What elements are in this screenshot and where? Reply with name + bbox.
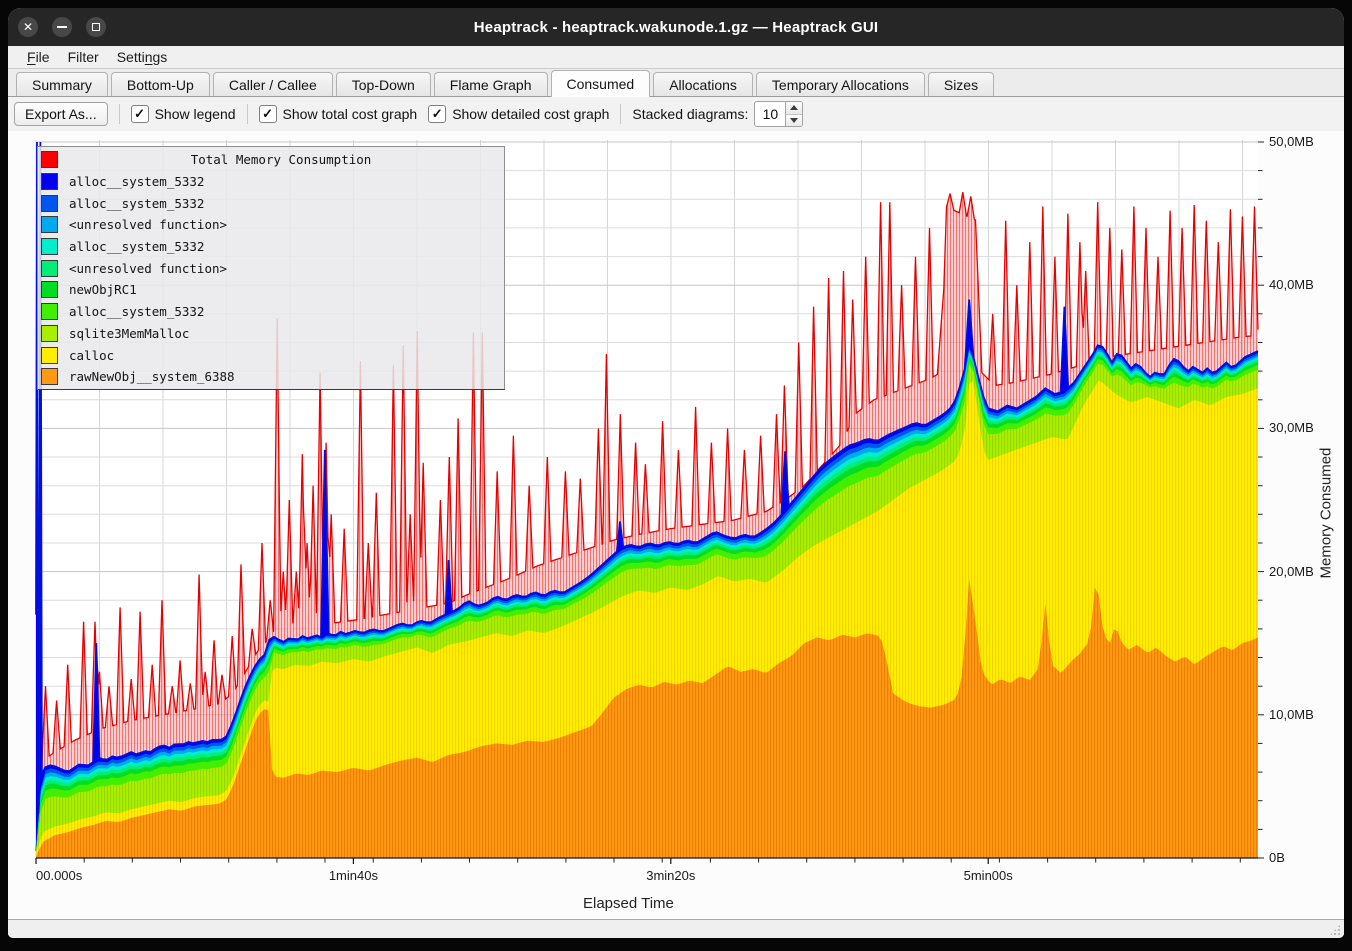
legend-swatch: [41, 368, 58, 385]
legend-label: newObjRC1: [69, 282, 137, 297]
legend-swatch: [41, 216, 58, 233]
tab-bottom-up[interactable]: Bottom-Up: [111, 72, 210, 96]
close-button[interactable]: ✕: [18, 17, 38, 37]
legend-label: <unresolved function>: [69, 217, 227, 232]
legend-swatch: [41, 260, 58, 277]
maximize-icon: [92, 23, 100, 31]
show-legend-checkbox[interactable]: ✓ Show legend: [131, 105, 236, 123]
y-tick-label: 50,0MB: [1269, 134, 1314, 149]
export-as-button[interactable]: Export As...: [14, 102, 108, 126]
x-tick-label: 3min20s: [611, 868, 731, 883]
minimize-icon: [57, 26, 67, 28]
tab-flame-graph[interactable]: Flame Graph: [434, 72, 548, 96]
legend-swatch: [41, 303, 58, 320]
y-tick-label: 20,0MB: [1269, 564, 1314, 579]
legend-label: alloc__system_5332: [69, 174, 204, 189]
legend-label: Total Memory Consumption: [58, 152, 504, 167]
legend-row: sqlite3MemMalloc: [38, 323, 504, 345]
checkbox-check-icon: ✓: [131, 105, 149, 123]
legend-label: alloc__system_5332: [69, 304, 204, 319]
spinner-down-button[interactable]: [786, 115, 802, 127]
stacked-diagrams-value[interactable]: 10: [754, 101, 786, 127]
legend-swatch: [41, 173, 58, 190]
legend-label: sqlite3MemMalloc: [69, 326, 189, 341]
toolbar: Export As... ✓ Show legend ✓ Show total …: [8, 97, 1344, 131]
x-tick-label: 00.000s: [36, 868, 82, 883]
x-axis-title: Elapsed Time: [583, 895, 674, 912]
stacked-diagrams-control: Stacked diagrams: 10: [632, 101, 803, 127]
legend-label: alloc__system_5332: [69, 239, 204, 254]
chevron-up-icon: [790, 105, 798, 110]
tab-allocations[interactable]: Allocations: [653, 72, 753, 96]
tab-top-down[interactable]: Top-Down: [336, 72, 431, 96]
checkbox-check-icon: ✓: [259, 105, 277, 123]
show-total-cost-checkbox[interactable]: ✓ Show total cost graph: [259, 105, 418, 123]
legend-row: alloc__system_5332: [38, 171, 504, 193]
stacked-diagrams-label: Stacked diagrams:: [632, 106, 748, 122]
consumed-chart-panel: Total Memory Consumption alloc__system_53…: [8, 131, 1344, 919]
chevron-down-icon: [790, 118, 798, 123]
y-tick-label: 40,0MB: [1269, 277, 1314, 292]
chart-legend: Total Memory Consumption alloc__system_53…: [37, 146, 505, 390]
minimize-button[interactable]: [52, 17, 72, 37]
show-detailed-cost-checkbox[interactable]: ✓ Show detailed cost graph: [428, 105, 609, 123]
spinner-up-button[interactable]: [786, 102, 802, 115]
checkbox-label: Show total cost graph: [283, 106, 418, 122]
legend-label: rawNewObj__system_6388: [69, 369, 235, 384]
tab-temporary-allocations[interactable]: Temporary Allocations: [756, 72, 925, 96]
legend-title-row: Total Memory Consumption: [38, 149, 504, 171]
y-tick-label: 10,0MB: [1269, 707, 1314, 722]
menu-bar: FileFilterSettings: [8, 46, 1344, 69]
tab-bar: SummaryBottom-UpCaller / CalleeTop-DownF…: [8, 69, 1344, 97]
y-tick-label: 30,0MB: [1269, 420, 1314, 435]
window-title: Heaptrack - heaptrack.wakunode.1.gz — He…: [474, 19, 879, 36]
tab-sizes[interactable]: Sizes: [928, 72, 994, 96]
resize-grip[interactable]: [1329, 924, 1341, 936]
menu-item-settings[interactable]: Settings: [108, 48, 177, 66]
legend-row: calloc: [38, 344, 504, 366]
legend-swatch: [41, 281, 58, 298]
checkbox-check-icon: ✓: [428, 105, 446, 123]
tab-caller-callee[interactable]: Caller / Callee: [213, 72, 333, 96]
screen: ✕ Heaptrack - heaptrack.wakunode.1.gz — …: [0, 0, 1352, 951]
toolbar-separator: [247, 104, 248, 124]
legend-swatch: [41, 195, 58, 212]
legend-row: newObjRC1: [38, 279, 504, 301]
x-tick-label: 1min40s: [293, 868, 413, 883]
y-tick-label: 0B: [1269, 850, 1285, 865]
legend-swatch: [41, 151, 58, 168]
checkbox-label: Show detailed cost graph: [452, 106, 609, 122]
legend-row: alloc__system_5332: [38, 192, 504, 214]
title-bar[interactable]: ✕ Heaptrack - heaptrack.wakunode.1.gz — …: [8, 8, 1344, 46]
toolbar-separator: [119, 104, 120, 124]
menu-item-filter[interactable]: Filter: [59, 48, 108, 66]
legend-row: <unresolved function>: [38, 214, 504, 236]
legend-swatch: [41, 347, 58, 364]
y-axis-title: Memory Consumed: [1318, 449, 1335, 579]
legend-swatch: [41, 325, 58, 342]
legend-label: alloc__system_5332: [69, 196, 204, 211]
legend-row: rawNewObj__system_6388: [38, 366, 504, 388]
toolbar-separator: [620, 104, 621, 124]
tab-summary[interactable]: Summary: [16, 72, 108, 96]
legend-row: alloc__system_5332: [38, 301, 504, 323]
checkbox-label: Show legend: [155, 106, 236, 122]
legend-swatch: [41, 238, 58, 255]
legend-row: alloc__system_5332: [38, 236, 504, 258]
status-bar: [8, 919, 1344, 938]
heaptrack-window: ✕ Heaptrack - heaptrack.wakunode.1.gz — …: [8, 8, 1344, 938]
menu-item-file[interactable]: File: [18, 48, 59, 66]
legend-label: <unresolved function>: [69, 261, 227, 276]
x-tick-label: 5min00s: [928, 868, 1048, 883]
legend-label: calloc: [69, 348, 114, 363]
maximize-button[interactable]: [86, 17, 106, 37]
tab-consumed[interactable]: Consumed: [551, 70, 651, 97]
legend-row: <unresolved function>: [38, 257, 504, 279]
